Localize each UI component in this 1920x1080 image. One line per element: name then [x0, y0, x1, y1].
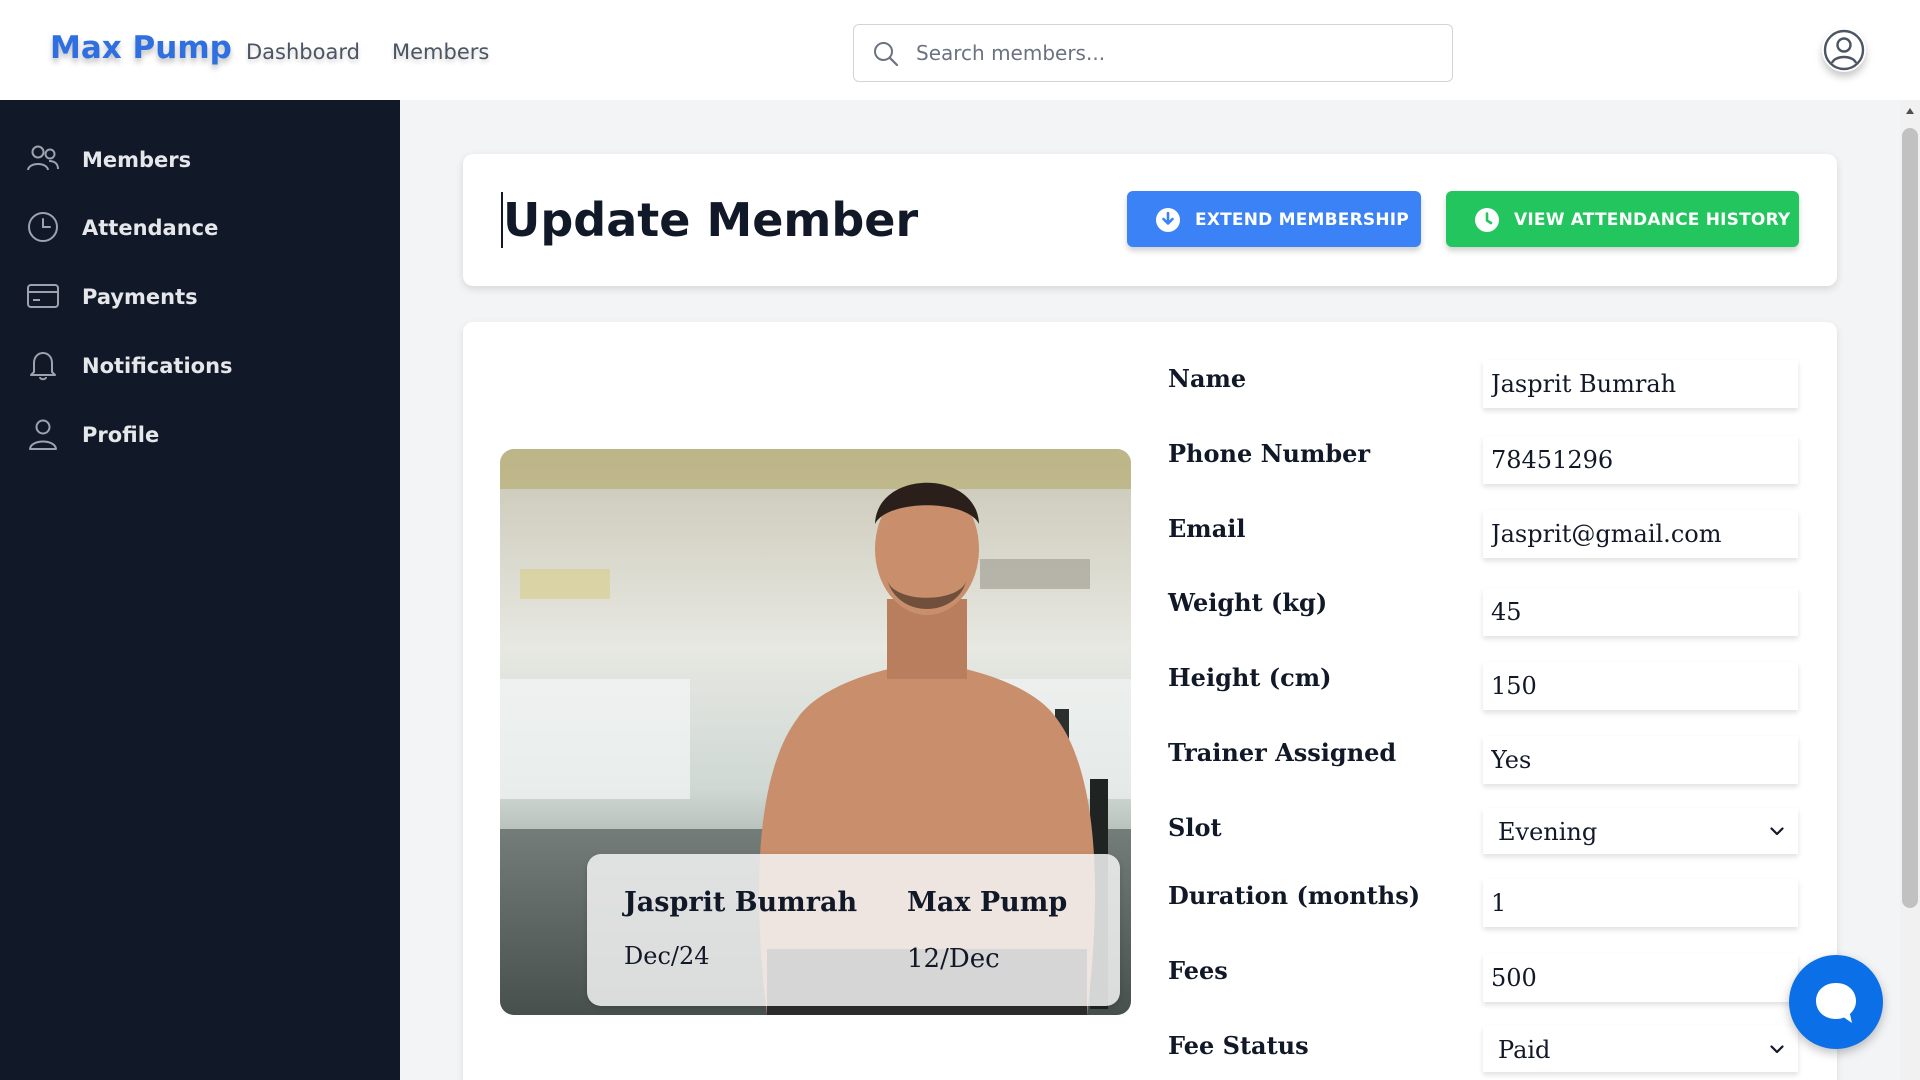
chevron-down-icon	[1770, 1045, 1784, 1054]
sidebar-item-label: Members	[82, 148, 192, 172]
fees-label: Fees	[1168, 956, 1228, 985]
search-icon	[874, 42, 899, 67]
page-scrollbar[interactable]	[1900, 100, 1920, 1080]
sidebar-item-notifications[interactable]: Notifications	[26, 344, 366, 388]
fees-field[interactable]	[1483, 954, 1798, 1002]
sidebar-item-label: Payments	[82, 285, 198, 309]
trainer-assigned-field[interactable]	[1483, 736, 1798, 784]
sidebar-item-payments[interactable]: Payments	[26, 275, 366, 319]
email-field[interactable]	[1483, 510, 1798, 558]
view-attendance-history-button[interactable]: VIEW ATTENDANCE HISTORY	[1446, 191, 1799, 247]
card-member-name: Jasprit Bumrah	[624, 887, 858, 918]
page-title: Update Member	[501, 192, 919, 248]
search-input[interactable]	[916, 35, 1436, 71]
clock-icon	[28, 212, 58, 242]
trainer-assigned-label: Trainer Assigned	[1168, 738, 1397, 767]
phone-field[interactable]	[1483, 436, 1798, 484]
scrollbar-thumb[interactable]	[1902, 128, 1918, 908]
fee-status-label: Fee Status	[1168, 1031, 1309, 1060]
height-field[interactable]	[1483, 662, 1798, 710]
scroll-up-arrow-icon[interactable]	[1906, 108, 1914, 114]
user-avatar-button[interactable]	[1822, 28, 1866, 72]
brand-logo[interactable]: Max Pump	[50, 30, 232, 66]
sidebar-item-label: Attendance	[82, 216, 219, 240]
sidebar-item-profile[interactable]: Profile	[26, 413, 366, 457]
name-label: Name	[1168, 364, 1247, 393]
sidebar-item-label: Notifications	[82, 354, 233, 378]
download-circle-icon	[1156, 208, 1180, 232]
membership-card-overlay: Jasprit Bumrah Max Pump Dec/24 12/Dec	[587, 854, 1120, 1006]
slot-label: Slot	[1168, 813, 1222, 842]
member-photo: Jasprit Bumrah Max Pump Dec/24 12/Dec	[500, 449, 1131, 1015]
view-attendance-history-label: VIEW ATTENDANCE HISTORY	[1514, 210, 1791, 230]
bell-icon	[30, 352, 56, 381]
fee-status-select-value: Paid	[1498, 1036, 1551, 1064]
sidebar-item-label: Profile	[82, 423, 160, 447]
search-box	[853, 24, 1453, 82]
card-brand-name: Max Pump	[907, 887, 1068, 918]
top-navbar: Max Pump Dashboard Members	[0, 0, 1920, 100]
card-valid-date: 12/Dec	[907, 944, 1000, 974]
duration-field[interactable]	[1483, 879, 1798, 927]
nav-members-link[interactable]: Members	[392, 40, 489, 64]
member-form-card: Jasprit Bumrah Max Pump Dec/24 12/Dec Na…	[463, 322, 1837, 1080]
nav-dashboard-link[interactable]: Dashboard	[246, 40, 360, 64]
card-join-date: Dec/24	[624, 942, 710, 970]
chat-button[interactable]	[1789, 955, 1883, 1049]
email-label: Email	[1168, 514, 1246, 543]
extend-membership-label: EXTEND MEMBERSHIP	[1195, 210, 1409, 230]
weight-label: Weight (kg)	[1168, 588, 1328, 617]
chevron-down-icon	[1770, 827, 1784, 836]
chat-bubble-icon	[1816, 983, 1856, 1023]
credit-card-icon	[27, 284, 59, 308]
slot-select-value: Evening	[1498, 818, 1598, 846]
user-circle-icon	[1823, 29, 1865, 71]
fee-status-select[interactable]: Paid	[1483, 1026, 1798, 1072]
clock-icon	[1475, 208, 1499, 232]
user-icon	[29, 419, 57, 450]
weight-field[interactable]	[1483, 588, 1798, 636]
name-field[interactable]	[1483, 360, 1798, 408]
sidebar-item-members[interactable]: Members	[26, 138, 366, 182]
sidebar-item-attendance[interactable]: Attendance	[26, 206, 366, 250]
height-label: Height (cm)	[1168, 663, 1332, 692]
phone-label: Phone Number	[1168, 439, 1371, 468]
page-header-card: Update Member EXTEND MEMBERSHIP VIEW ATT…	[463, 154, 1837, 286]
slot-select[interactable]: Evening	[1483, 808, 1798, 854]
duration-label: Duration (months)	[1168, 881, 1421, 910]
sidebar: Members Attendance Payments Notification…	[0, 100, 400, 1080]
extend-membership-button[interactable]: EXTEND MEMBERSHIP	[1127, 191, 1421, 247]
main-content: Update Member EXTEND MEMBERSHIP VIEW ATT…	[400, 100, 1900, 1080]
users-icon	[27, 145, 59, 171]
